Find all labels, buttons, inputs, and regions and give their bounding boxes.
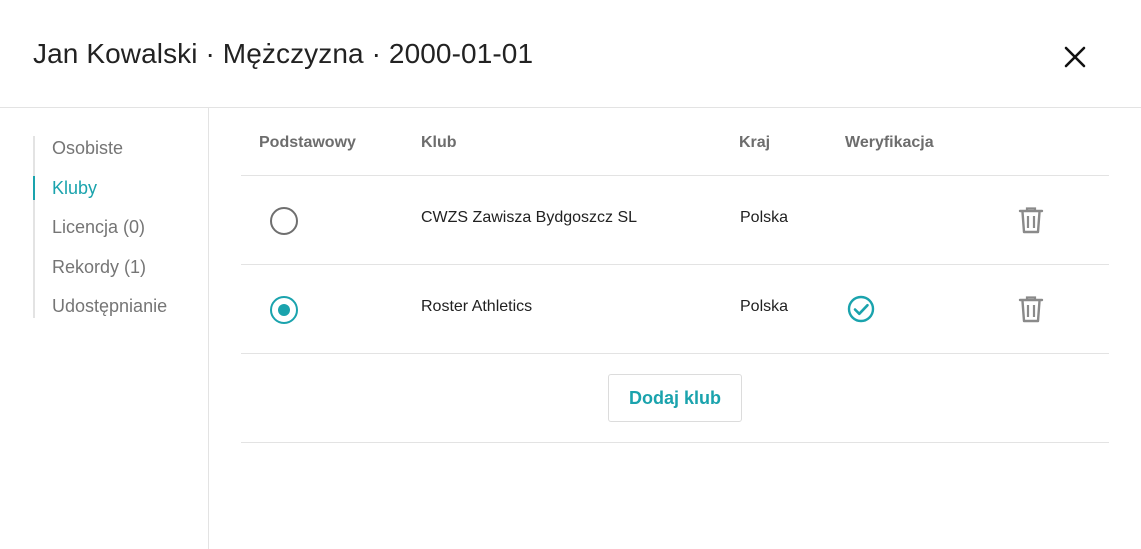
sidebar-nav: Osobiste Kluby Licencja (0) Rekordy (1) …	[32, 136, 167, 318]
sidebar-item-licencja[interactable]: Licencja (0)	[35, 215, 167, 255]
sidebar: Osobiste Kluby Licencja (0) Rekordy (1) …	[0, 108, 209, 549]
table-row: CWZS Zawisza Bydgoszcz SL Polska	[241, 176, 1109, 265]
sidebar-item-rekordy[interactable]: Rekordy (1)	[35, 255, 167, 295]
trash-icon[interactable]	[1018, 206, 1044, 234]
column-header-country: Kraj	[739, 134, 771, 151]
column-header-club: Klub	[421, 134, 457, 151]
add-club-button[interactable]: Dodaj klub	[608, 374, 742, 422]
sidebar-item-osobiste[interactable]: Osobiste	[35, 136, 167, 176]
sidebar-item-udostepnianie[interactable]: Udostępnianie	[35, 294, 167, 318]
check-circle-icon	[847, 295, 875, 323]
club-name: CWZS Zawisza Bydgoszcz SL	[421, 209, 638, 226]
column-header-verification: Weryfikacja	[845, 134, 934, 151]
primary-radio[interactable]	[270, 296, 298, 324]
trash-icon[interactable]	[1018, 295, 1044, 323]
club-country: Polska	[740, 209, 789, 226]
dialog-header: Jan Kowalski · Mężczyzna · 2000-01-01	[0, 0, 1141, 108]
close-icon[interactable]	[1064, 46, 1086, 68]
club-name: Roster Athletics	[421, 298, 533, 315]
table-row: Roster Athletics Polska	[241, 265, 1109, 354]
sidebar-item-kluby[interactable]: Kluby	[32, 175, 167, 216]
page-title: Jan Kowalski · Mężczyzna · 2000-01-01	[33, 38, 534, 69]
club-country: Polska	[740, 298, 789, 315]
column-header-primary: Podstawowy	[259, 134, 356, 151]
close-button[interactable]	[1058, 40, 1092, 74]
divider	[241, 442, 1109, 443]
primary-radio[interactable]	[270, 207, 298, 235]
divider	[241, 353, 1109, 354]
